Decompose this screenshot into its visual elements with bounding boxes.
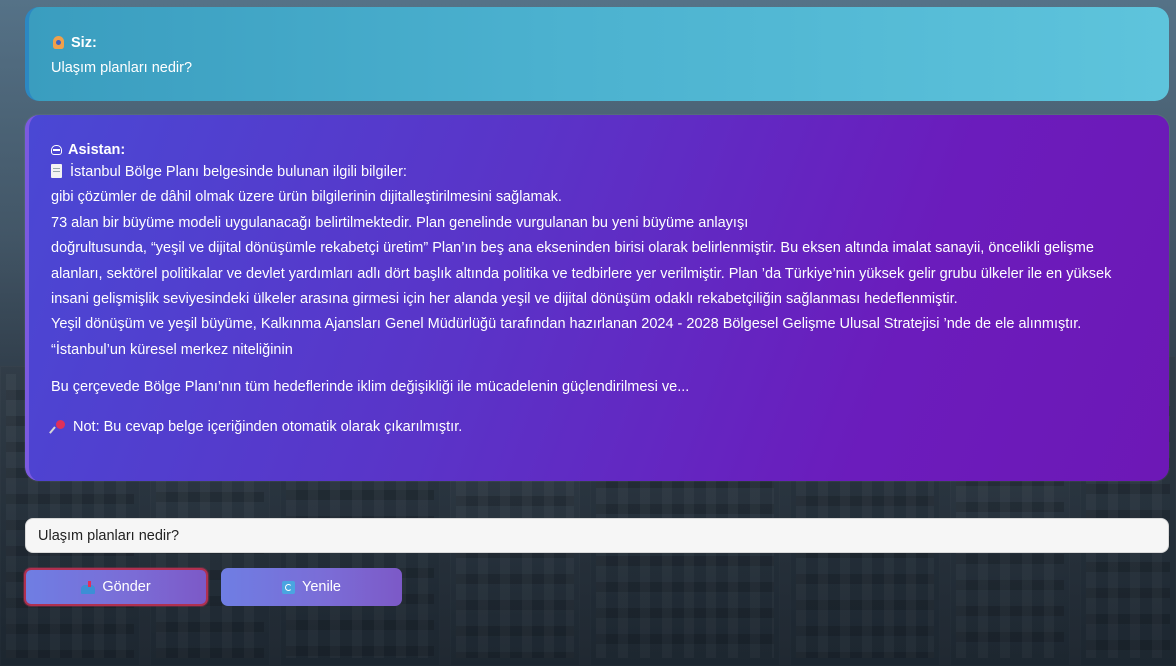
answer-note: Not: Bu cevap belge içeriğinden otomatik… (51, 415, 1149, 440)
answer-line: Yeşil dönüşüm ve yeşil büyüme, Kalkınma … (51, 316, 1082, 333)
send-button-label: Gönder (102, 579, 151, 595)
assistant-message-body: İstanbul Bölge Planı belgesinde bulunan … (51, 160, 1149, 440)
user-message-bubble: Siz: Ulaşım planları nedir? (25, 7, 1169, 101)
pushpin-icon (51, 419, 67, 435)
assistant-speaker-label: Asistan: (68, 142, 126, 158)
document-icon (51, 164, 62, 178)
answer-summary: Bu çerçevede Bölge Planı’nın tüm hedefle… (51, 379, 690, 396)
answer-line: gibi çözümler de dâhil olmak üzere ürün … (51, 189, 562, 206)
robot-icon (51, 145, 62, 155)
send-button[interactable]: Gönder (24, 568, 208, 606)
answer-note-text: Not: Bu cevap belge içeriğinden otomatik… (73, 418, 463, 435)
answer-line: alanları, sektörel politikalar ve devlet… (51, 265, 1112, 282)
answer-line: 73 alan bir büyüme modeli uygulanacağı b… (51, 214, 749, 231)
person-icon (51, 35, 67, 51)
assistant-message-bubble: Asistan: İstanbul Bölge Planı belgesinde… (25, 115, 1169, 481)
user-speaker-label: Siz: (71, 35, 97, 51)
answer-line: “İstanbul’un küresel merkez niteliğinin (51, 341, 293, 358)
source-header: İstanbul Bölge Planı belgesinde bulunan … (51, 160, 1149, 185)
refresh-button-label: Yenile (302, 579, 341, 595)
user-message-text: Ulaşım planları nedir? (51, 60, 193, 76)
mailbox-icon (81, 580, 96, 594)
source-header-text: İstanbul Bölge Planı belgesinde bulunan … (70, 164, 407, 180)
user-speaker: Siz: (51, 33, 1169, 53)
assistant-speaker: Asistan: (51, 140, 1149, 160)
refresh-button[interactable]: Yenile (221, 568, 402, 606)
refresh-icon (282, 580, 295, 594)
answer-line: doğrultusunda, “yeşil ve dijital dönüşüm… (51, 240, 1094, 257)
question-input[interactable] (25, 518, 1169, 553)
answer-line: insani gelişmişlik seviyesindeki ülkeler… (51, 291, 958, 308)
